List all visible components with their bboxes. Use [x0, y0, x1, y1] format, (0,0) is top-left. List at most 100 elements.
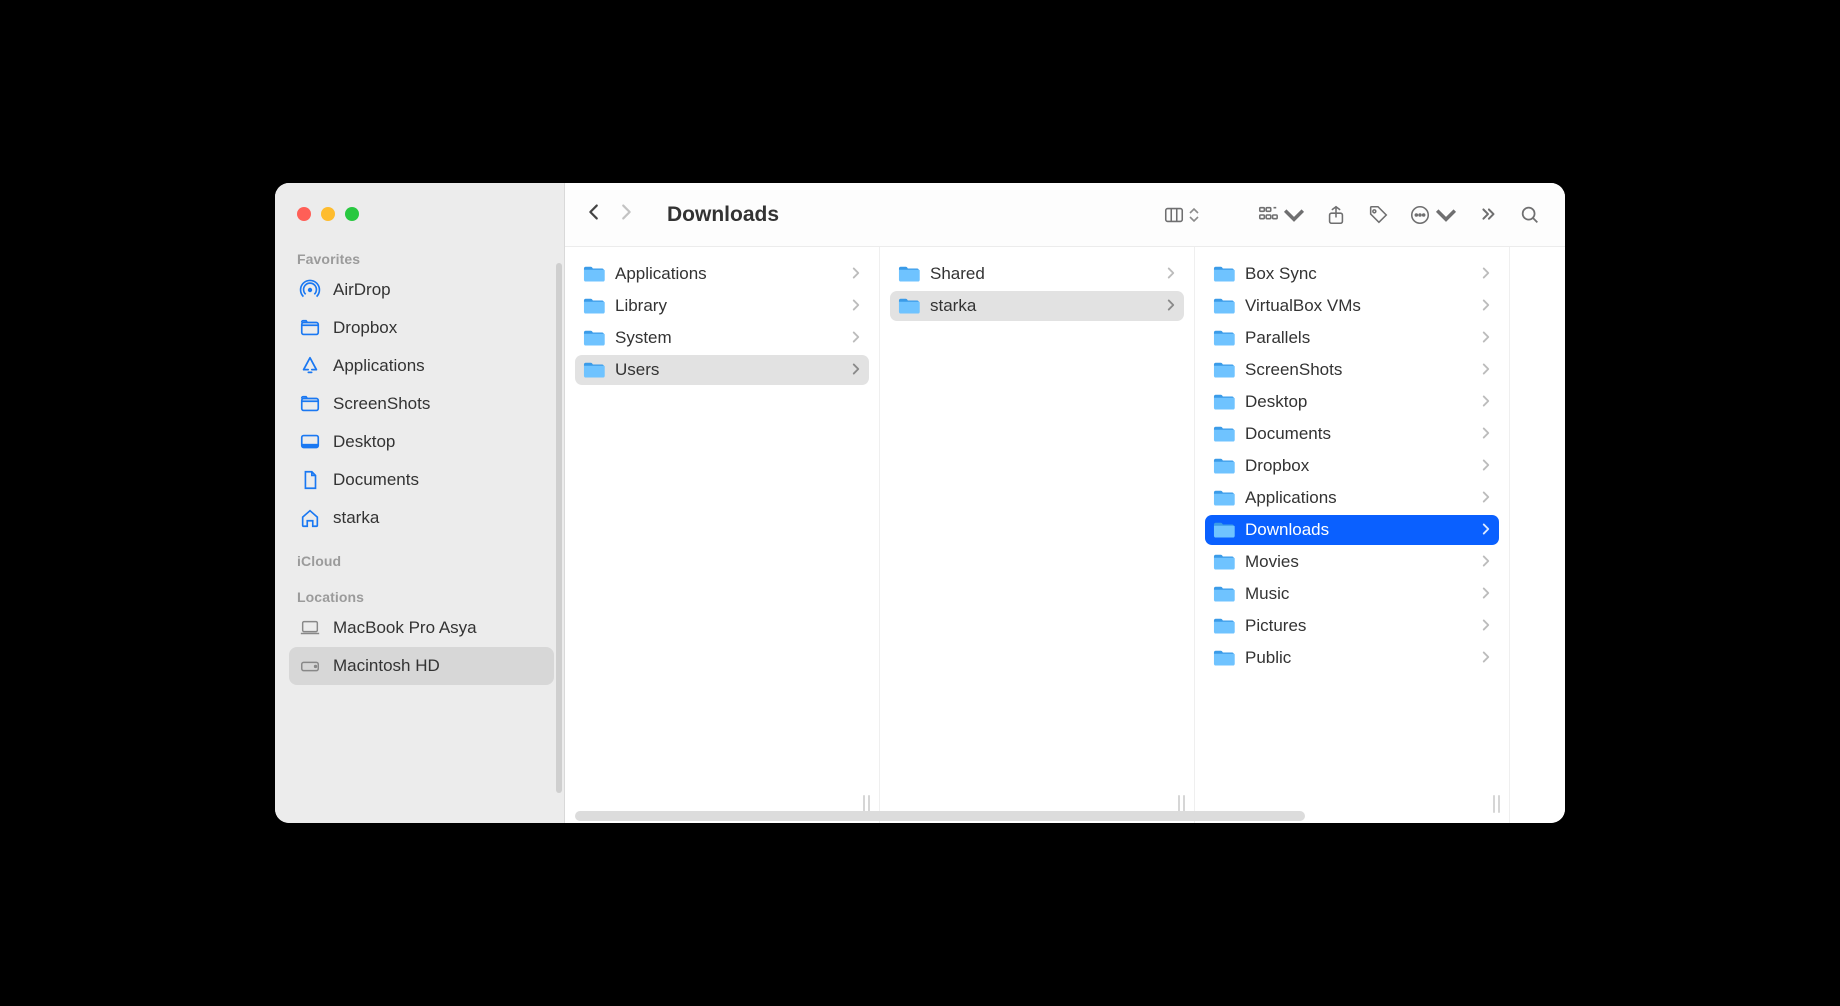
sidebar-item-disk[interactable]: Macintosh HD	[289, 647, 554, 685]
sidebar-item-documents[interactable]: Documents	[289, 461, 554, 499]
folder-row[interactable]: starka	[890, 291, 1184, 321]
chevron-down-icon	[1435, 204, 1457, 226]
file-name: VirtualBox VMs	[1245, 296, 1361, 316]
search-button[interactable]	[1513, 200, 1547, 230]
chevron-right-icon	[1481, 328, 1491, 348]
tags-button[interactable]	[1361, 200, 1395, 230]
sidebar-scrollbar[interactable]	[556, 263, 562, 793]
home-icon	[299, 507, 321, 529]
horizontal-scrollbar[interactable]	[575, 811, 1305, 821]
toolbar-overflow-button[interactable]	[1471, 200, 1505, 230]
folder-icon	[583, 297, 605, 315]
folder-row[interactable]: Pictures	[1205, 611, 1499, 641]
file-name: Pictures	[1245, 616, 1306, 636]
folder-row[interactable]: VirtualBox VMs	[1205, 291, 1499, 321]
column-0: Applications Library System Users	[565, 247, 880, 823]
folder-row[interactable]: Movies	[1205, 547, 1499, 577]
view-columns-button[interactable]	[1157, 200, 1205, 230]
finder-window: Favorites AirDrop Dropbox Applications	[275, 183, 1565, 823]
nav-buttons	[583, 201, 637, 228]
folder-icon	[1213, 649, 1235, 667]
folder-icon	[1213, 361, 1235, 379]
folder-icon	[583, 361, 605, 379]
sidebar-item-label: Dropbox	[333, 318, 397, 338]
folder-icon	[1213, 329, 1235, 347]
group-by-button[interactable]	[1251, 200, 1311, 230]
chevron-right-icon	[1481, 520, 1491, 540]
forward-button[interactable]	[615, 201, 637, 228]
folder-row[interactable]: Box Sync	[1205, 259, 1499, 289]
share-button[interactable]	[1319, 200, 1353, 230]
sidebar-item-airdrop[interactable]: AirDrop	[289, 271, 554, 309]
file-name: Parallels	[1245, 328, 1310, 348]
folder-row[interactable]: Users	[575, 355, 869, 385]
folder-icon	[1213, 553, 1235, 571]
folder-row[interactable]: Shared	[890, 259, 1184, 289]
chevron-right-icon	[1481, 264, 1491, 284]
folder-row[interactable]: Documents	[1205, 419, 1499, 449]
sidebar-item-laptop[interactable]: MacBook Pro Asya	[289, 609, 554, 647]
folder-icon	[1213, 425, 1235, 443]
more-actions-button[interactable]	[1403, 200, 1463, 230]
sidebar-item-label: MacBook Pro Asya	[333, 618, 477, 638]
sidebar-item-dropbox[interactable]: Dropbox	[289, 309, 554, 347]
chevron-right-icon	[851, 296, 861, 316]
chevron-right-icon	[1481, 616, 1491, 636]
sidebar-item-label: Macintosh HD	[333, 656, 440, 676]
folder-row[interactable]: Downloads	[1205, 515, 1499, 545]
file-name: Desktop	[1245, 392, 1307, 412]
file-name: Downloads	[1245, 520, 1329, 540]
chevron-right-icon	[1166, 296, 1176, 316]
file-name: Public	[1245, 648, 1291, 668]
sidebar-item-desktop[interactable]: Desktop	[289, 423, 554, 461]
folder-icon	[1213, 393, 1235, 411]
minimize-button[interactable]	[321, 207, 335, 221]
sidebar-item-label: Documents	[333, 470, 419, 490]
folder-row[interactable]: Applications	[1205, 483, 1499, 513]
folder-icon	[1213, 265, 1235, 283]
folder-row[interactable]: Desktop	[1205, 387, 1499, 417]
desktop-icon	[299, 431, 321, 453]
folder-row[interactable]: Public	[1205, 643, 1499, 673]
sidebar-item-applications[interactable]: Applications	[289, 347, 554, 385]
column-resize-handle[interactable]	[1493, 795, 1503, 813]
folder-row[interactable]: Applications	[575, 259, 869, 289]
document-icon	[299, 469, 321, 491]
chevron-right-icon	[1481, 488, 1491, 508]
close-button[interactable]	[297, 207, 311, 221]
laptop-icon	[299, 617, 321, 639]
folder-row[interactable]: System	[575, 323, 869, 353]
back-button[interactable]	[583, 201, 605, 228]
folder-row[interactable]: ScreenShots	[1205, 355, 1499, 385]
sidebar-section-icloud: iCloud	[275, 537, 564, 573]
chevron-right-icon	[1481, 424, 1491, 444]
folder-icon	[898, 297, 920, 315]
chevron-right-icon	[1481, 648, 1491, 668]
chevron-right-icon	[851, 360, 861, 380]
column-1: Shared starka	[880, 247, 1195, 823]
column-2: Box Sync VirtualBox VMs Parallels Screen…	[1195, 247, 1510, 823]
file-name: Shared	[930, 264, 985, 284]
appstore-icon	[299, 355, 321, 377]
folder-row[interactable]: Music	[1205, 579, 1499, 609]
chevron-right-icon	[1481, 456, 1491, 476]
chevron-down-icon	[1283, 204, 1305, 226]
file-name: Documents	[1245, 424, 1331, 444]
sidebar-heading: Locations	[289, 583, 554, 609]
file-name: starka	[930, 296, 976, 316]
folder-row[interactable]: Library	[575, 291, 869, 321]
sidebar-item-label: ScreenShots	[333, 394, 430, 414]
sidebar-item-screenshots[interactable]: ScreenShots	[289, 385, 554, 423]
folder-icon	[1213, 489, 1235, 507]
sidebar-item-home[interactable]: starka	[289, 499, 554, 537]
file-name: Library	[615, 296, 667, 316]
file-name: Applications	[615, 264, 707, 284]
sidebar: Favorites AirDrop Dropbox Applications	[275, 183, 565, 823]
sidebar-section-locations: Locations MacBook Pro Asya Macintosh HD	[275, 573, 564, 685]
folder-row[interactable]: Dropbox	[1205, 451, 1499, 481]
folder-row[interactable]: Parallels	[1205, 323, 1499, 353]
disk-icon	[299, 655, 321, 677]
toolbar: Downloads	[565, 183, 1565, 247]
main-area: Downloads	[565, 183, 1565, 823]
maximize-button[interactable]	[345, 207, 359, 221]
